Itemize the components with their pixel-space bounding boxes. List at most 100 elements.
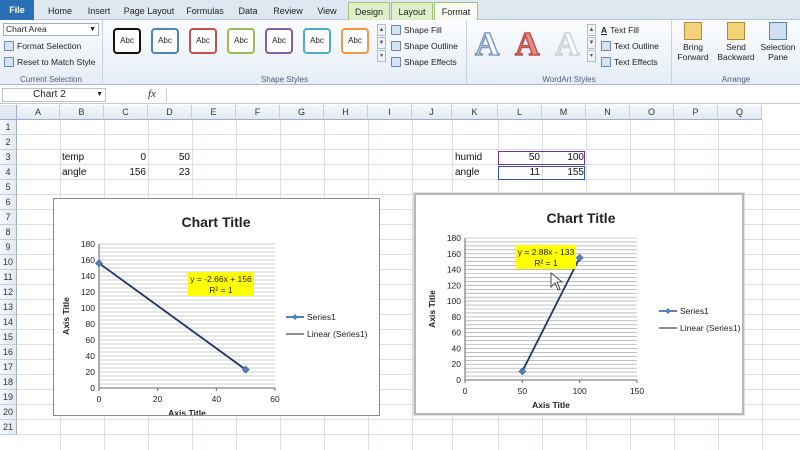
row-header-18[interactable]: 18 <box>0 375 17 390</box>
column-header-a[interactable]: A <box>17 105 60 120</box>
row-header-19[interactable]: 19 <box>0 390 17 405</box>
tab-insert[interactable]: Insert <box>80 2 118 20</box>
column-header-n[interactable]: N <box>586 105 630 120</box>
shape-effects-button[interactable]: Shape Effects <box>391 57 457 67</box>
send-backward-button[interactable]: Send Backward <box>716 22 756 62</box>
column-header-g[interactable]: G <box>280 105 324 120</box>
row-header-3[interactable]: 3 <box>0 150 17 165</box>
shape-outline-button[interactable]: Shape Outline <box>391 41 458 51</box>
shape-style-3[interactable]: Abc <box>189 28 217 54</box>
text-outline-button[interactable]: Text Outline <box>601 41 659 51</box>
legend-series-marker <box>665 308 671 314</box>
tab-format[interactable]: Format <box>434 2 478 20</box>
column-header-l[interactable]: L <box>498 105 542 120</box>
tab-review[interactable]: Review <box>268 2 308 20</box>
cell-k4[interactable]: angle <box>455 165 479 180</box>
row-header-13[interactable]: 13 <box>0 300 17 315</box>
row-header-12[interactable]: 12 <box>0 285 17 300</box>
wordart-style-3[interactable]: A <box>554 26 580 64</box>
cell-d4[interactable]: 23 <box>148 165 190 180</box>
y-tick-label: 20 <box>452 359 462 369</box>
chart-2[interactable]: Chart Title 0 20 40 60 80 100 120 140 160 180 0 50 10… <box>414 193 744 415</box>
column-header-c[interactable]: C <box>104 105 148 120</box>
shape-effects-label: Shape Effects <box>404 57 457 67</box>
cell-d3[interactable]: 50 <box>148 150 190 165</box>
paint-bucket-icon <box>391 25 401 35</box>
cell-k3[interactable]: humid <box>455 150 482 165</box>
row-header-10[interactable]: 10 <box>0 255 17 270</box>
row-header-20[interactable]: 20 <box>0 405 17 420</box>
tab-file[interactable]: File <box>0 0 34 20</box>
column-header-m[interactable]: M <box>542 105 586 120</box>
styles-scroll-down[interactable]: ▼ <box>377 37 386 49</box>
bring-forward-button[interactable]: Bring Forward <box>674 22 712 62</box>
cell-c4[interactable]: 156 <box>104 165 146 180</box>
cell-b4[interactable]: angle <box>62 165 86 180</box>
shape-style-4[interactable]: Abc <box>227 28 255 54</box>
y-tick-label: 100 <box>447 296 461 306</box>
column-header-f[interactable]: F <box>236 105 280 120</box>
wordart-scroll-down[interactable]: ▼ <box>587 37 596 49</box>
styles-more[interactable]: ▾ <box>377 50 386 62</box>
text-fill-button[interactable]: A Text Fill <box>601 25 639 35</box>
cell-c3[interactable]: 0 <box>104 150 146 165</box>
cell-b3[interactable]: temp <box>62 150 84 165</box>
text-effects-button[interactable]: Text Effects <box>601 57 658 67</box>
row-header-8[interactable]: 8 <box>0 225 17 240</box>
y-tick-label: 80 <box>86 319 96 329</box>
send-backward-label-1: Send <box>726 42 746 52</box>
column-header-j[interactable]: J <box>412 105 452 120</box>
column-header-i[interactable]: I <box>368 105 412 120</box>
row-header-15[interactable]: 15 <box>0 330 17 345</box>
tab-view[interactable]: View <box>312 2 342 20</box>
row-header-16[interactable]: 16 <box>0 345 17 360</box>
wordart-style-2[interactable]: A <box>514 26 540 64</box>
column-header-k[interactable]: K <box>452 105 498 120</box>
tab-design[interactable]: Design <box>348 2 390 20</box>
row-header-6[interactable]: 6 <box>0 195 17 210</box>
column-header-b[interactable]: B <box>60 105 104 120</box>
shape-style-6[interactable]: Abc <box>303 28 331 54</box>
reset-to-match-style-button[interactable]: Reset to Match Style <box>4 57 95 67</box>
column-header-d[interactable]: D <box>148 105 192 120</box>
row-header-2[interactable]: 2 <box>0 135 17 150</box>
chart-1[interactable]: Chart Title 0 20 40 60 80 100 120 140 160 180 0 20 40… <box>53 198 380 418</box>
shape-style-1[interactable]: Abc <box>113 28 141 54</box>
shape-style-5[interactable]: Abc <box>265 28 293 54</box>
column-header-h[interactable]: H <box>324 105 368 120</box>
row-header-21[interactable]: 21 <box>0 420 17 435</box>
shape-style-2[interactable]: Abc <box>151 28 179 54</box>
tab-layout[interactable]: Layout <box>391 2 433 20</box>
tab-formulas[interactable]: Formulas <box>182 2 228 20</box>
tab-data[interactable]: Data <box>233 2 263 20</box>
chart-elements-dropdown[interactable]: Chart Area ▼ <box>3 23 99 36</box>
column-header-o[interactable]: O <box>630 105 674 120</box>
column-header-q[interactable]: Q <box>718 105 762 120</box>
insert-function-icon[interactable]: fx <box>148 88 156 100</box>
select-all-corner[interactable] <box>0 105 17 120</box>
format-selection-button[interactable]: Format Selection <box>4 41 81 51</box>
row-header-11[interactable]: 11 <box>0 270 17 285</box>
tab-home[interactable]: Home <box>42 2 78 20</box>
worksheet-grid[interactable]: ABCDEFGHIJKLMNOPQ 1 2 3 4 5 6 7 8 9 10 11 12 13 14 15 1… <box>0 105 800 450</box>
styles-scroll-up[interactable]: ▲ <box>377 24 386 36</box>
shape-style-7[interactable]: Abc <box>341 28 369 54</box>
name-box[interactable]: Chart 2 ▼ <box>2 88 106 102</box>
tab-page-layout[interactable]: Page Layout <box>122 2 176 20</box>
selection-pane-button[interactable]: Selection Pane <box>758 22 798 62</box>
row-header-5[interactable]: 5 <box>0 180 17 195</box>
row-header-4[interactable]: 4 <box>0 165 17 180</box>
column-header-p[interactable]: P <box>674 105 718 120</box>
wordart-more[interactable]: ▾ <box>587 50 596 62</box>
column-header-e[interactable]: E <box>192 105 236 120</box>
row-header-1[interactable]: 1 <box>0 120 17 135</box>
wordart-scroll-up[interactable]: ▲ <box>587 24 596 36</box>
row-header-9[interactable]: 9 <box>0 240 17 255</box>
wordart-style-1[interactable]: A <box>474 26 500 64</box>
y-tick-label: 120 <box>447 280 461 290</box>
row-header-14[interactable]: 14 <box>0 315 17 330</box>
formula-input[interactable] <box>166 88 798 102</box>
shape-fill-button[interactable]: Shape Fill <box>391 25 442 35</box>
row-header-17[interactable]: 17 <box>0 360 17 375</box>
row-header-7[interactable]: 7 <box>0 210 17 225</box>
